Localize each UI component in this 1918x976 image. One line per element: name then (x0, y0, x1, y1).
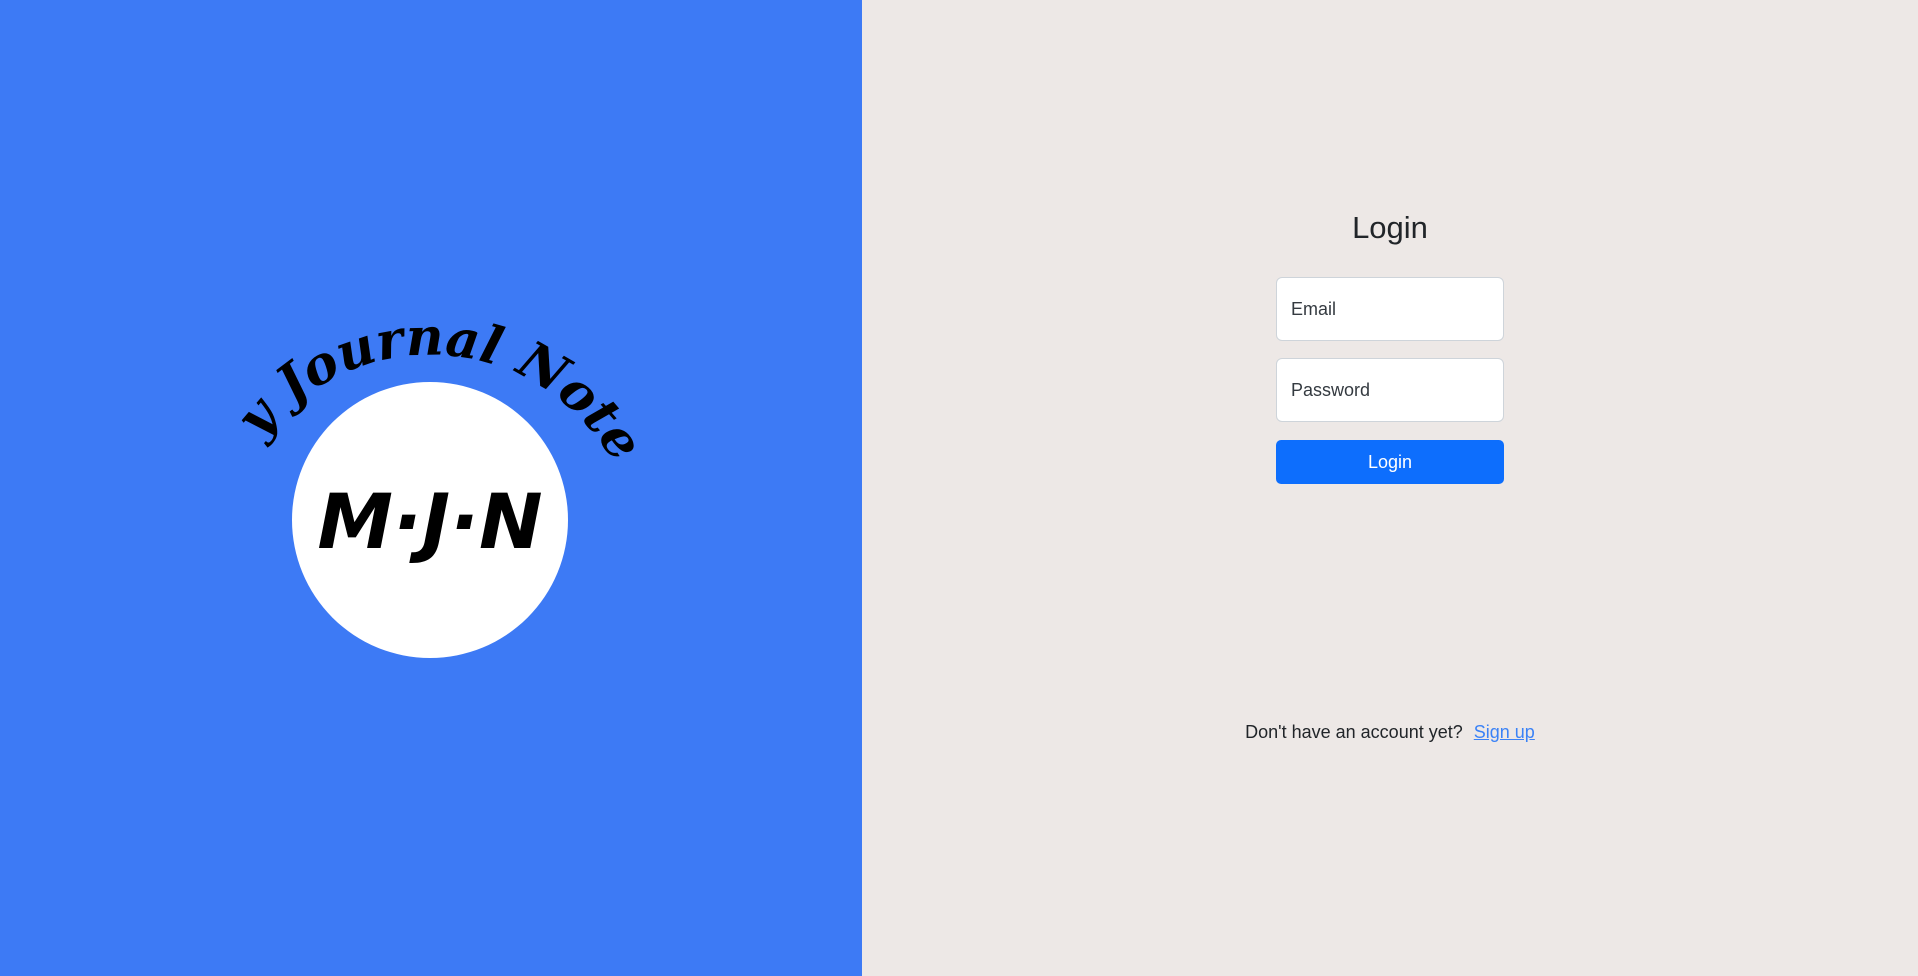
login-button[interactable]: Login (1276, 440, 1504, 484)
logo-monogram: M·J·N (317, 477, 542, 566)
brand-panel: My Journal Notes M·J·N (0, 0, 862, 976)
email-field[interactable] (1276, 277, 1504, 341)
signup-prompt: Don't have an account yet? (1245, 722, 1463, 742)
login-title: Login (1352, 210, 1428, 245)
login-panel (862, 0, 1918, 976)
login-page: My Journal Notes M·J·N Login Login Don't… (0, 0, 1918, 976)
password-field[interactable] (1276, 358, 1504, 422)
app-logo: My Journal Notes M·J·N (210, 290, 650, 658)
signup-row: Don't have an account yet? Sign up (1200, 722, 1580, 743)
signup-link[interactable]: Sign up (1474, 722, 1535, 742)
